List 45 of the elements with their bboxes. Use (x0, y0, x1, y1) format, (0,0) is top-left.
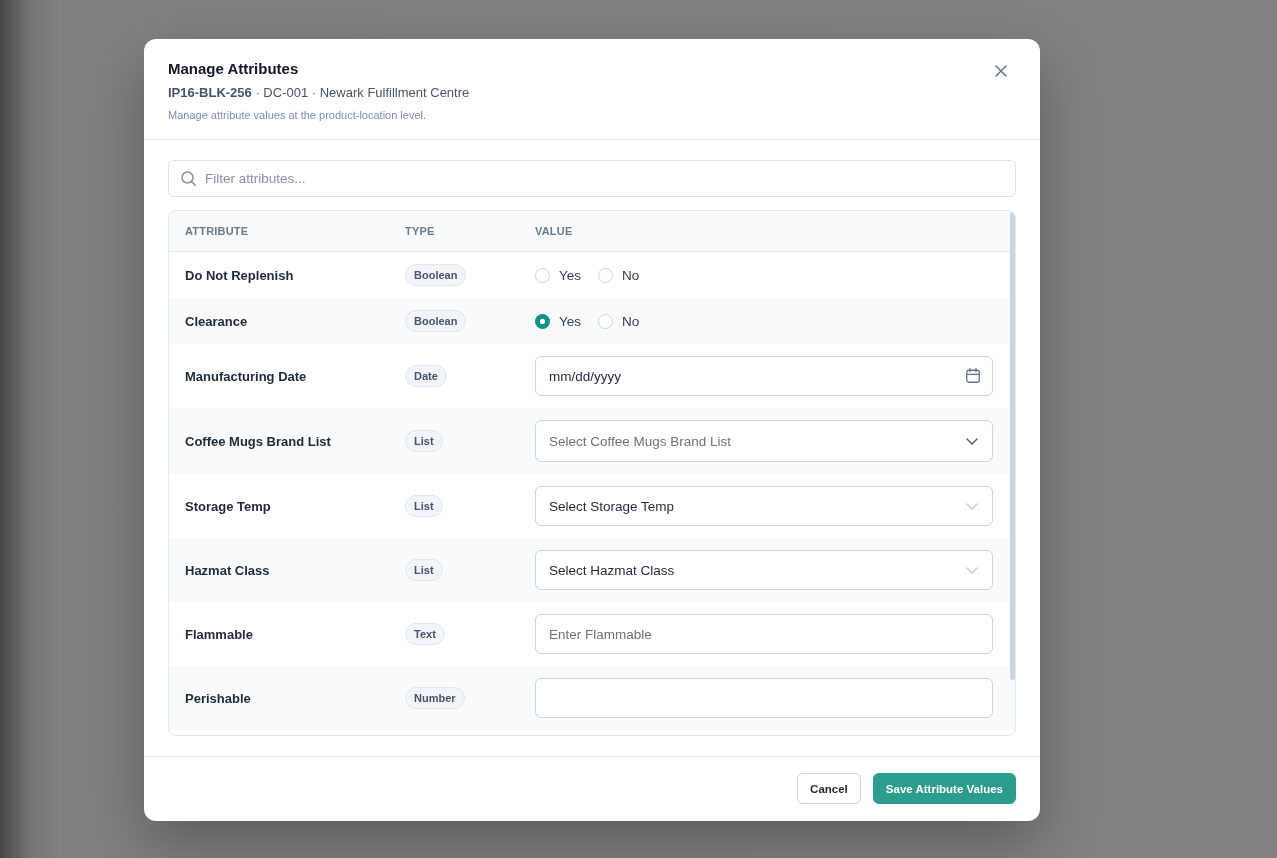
dialog-description: Manage attribute values at the product-location level. (168, 108, 428, 123)
attribute-name: Perishable (185, 690, 252, 706)
radio-label[interactable]: Yes (559, 313, 582, 329)
dropdown-field[interactable]: Select Coffee Mugs Brand List (535, 420, 993, 462)
attribute-name: Flammable (185, 626, 254, 642)
column-header: TYPE (405, 224, 436, 238)
type-tag: List (405, 559, 443, 581)
type-tag: List (405, 430, 443, 452)
attribute-name: Hazmat Class (185, 562, 271, 578)
close-icon (995, 65, 1007, 77)
calendar-icon (966, 368, 980, 383)
number-field[interactable] (535, 678, 993, 718)
attribute-name: Do Not Replenish (185, 267, 295, 283)
attribute-name: Clearance (185, 313, 249, 329)
dropdown-field[interactable]: Select Hazmat Class (535, 550, 993, 590)
type-tag: List (405, 495, 443, 517)
chevron-down-icon (966, 437, 978, 445)
attribute-name: Storage Temp (185, 498, 272, 514)
type-tag: Text (405, 623, 445, 645)
search-icon (181, 171, 196, 186)
type-tag: Boolean (405, 310, 467, 332)
radio-button[interactable] (535, 267, 550, 283)
dialog-subtitle: IP16-BLK-256 · DC-001 · Newark Fulfillment Centre (168, 84, 470, 102)
search-field[interactable]: Filter attributes... (168, 160, 1016, 197)
text-field[interactable]: Enter Flammable (535, 614, 993, 654)
cancel-button[interactable]: Cancel (797, 773, 861, 804)
type-tag: Number (405, 687, 465, 709)
type-tag: Boolean (405, 264, 467, 286)
column-header: VALUE (535, 224, 574, 238)
attribute-name: Coffee Mugs Brand List (185, 433, 332, 449)
chevron-down-icon (966, 502, 978, 510)
radio-button[interactable] (598, 267, 614, 283)
chevron-down-icon (966, 566, 978, 574)
column-header: ATTRIBUTE (185, 224, 250, 238)
radio-button[interactable] (598, 313, 614, 329)
scrollbar[interactable] (1010, 212, 1015, 680)
date-field[interactable]: mm/dd/yyyy (535, 356, 993, 396)
dialog-title: Manage Attributes (168, 59, 300, 79)
radio-label[interactable]: No (622, 267, 640, 283)
radio-button[interactable] (535, 313, 550, 329)
radio-label[interactable]: Yes (559, 267, 582, 283)
attribute-name: Manufacturing Date (185, 368, 308, 384)
radio-label[interactable]: No (622, 313, 640, 329)
dropdown-field[interactable]: Select Storage Temp (535, 486, 993, 526)
type-tag: Date (405, 365, 447, 387)
